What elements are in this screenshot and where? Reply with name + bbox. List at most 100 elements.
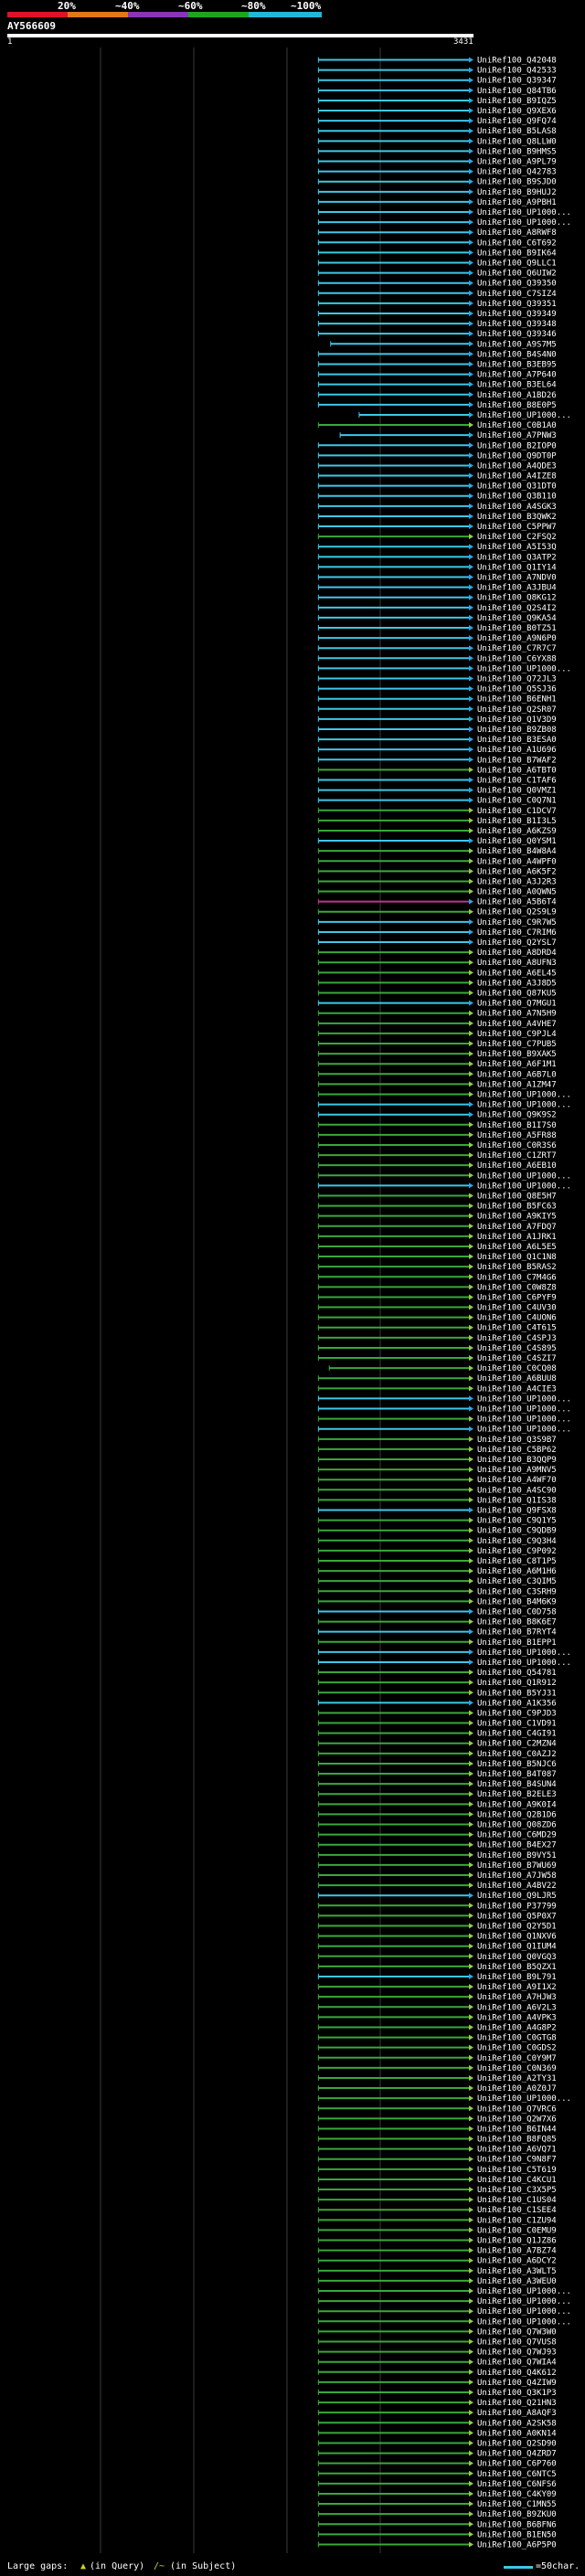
hit-label[interactable]: UniRef100_A9K0I4	[477, 1800, 557, 1809]
hit-row[interactable]: UniRef100_B9XAK5	[317, 1050, 557, 1059]
hit-label[interactable]: UniRef100_B7RYT4	[477, 1628, 557, 1638]
hit-row[interactable]: UniRef100_B4EX27	[317, 1841, 557, 1850]
hit-row[interactable]: UniRef100_C9P092	[317, 1547, 557, 1556]
hit-row[interactable]: UniRef100_UP1000...	[317, 2307, 571, 2316]
hit-row[interactable]: UniRef100_A7HJW3	[317, 1993, 557, 2002]
hit-row[interactable]: UniRef100_C9N8F7	[317, 2156, 557, 2165]
hit-label[interactable]: UniRef100_A8AQF3	[477, 2409, 557, 2418]
hit-row[interactable]: UniRef100_B5QZX1	[317, 1963, 557, 1972]
hit-row[interactable]: UniRef100_A6V2L3	[317, 2003, 557, 2012]
hit-label[interactable]: UniRef100_Q2S4I2	[477, 604, 557, 613]
hit-row[interactable]: UniRef100_UP1000...	[317, 1394, 571, 1404]
hit-label[interactable]: UniRef100_UP1000...	[477, 1101, 571, 1110]
hit-row[interactable]: UniRef100_B4S4N0	[317, 350, 557, 359]
hit-label[interactable]: UniRef100_Q8LLW0	[477, 137, 557, 146]
hit-row[interactable]: UniRef100_UP1000...	[317, 2297, 571, 2306]
hit-label[interactable]: UniRef100_B3EL64	[477, 381, 557, 390]
hit-row[interactable]: UniRef100_A6DCY2	[317, 2257, 557, 2266]
hit-row[interactable]: UniRef100_UP1000...	[317, 1415, 571, 1425]
hit-row[interactable]: UniRef100_B5YJ31	[317, 1689, 557, 1698]
hit-label[interactable]: UniRef100_A9KIY5	[477, 1213, 557, 1222]
hit-label[interactable]: UniRef100_C5T619	[477, 2166, 557, 2175]
hit-label[interactable]: UniRef100_B5QZX1	[477, 1963, 557, 1972]
hit-label[interactable]: UniRef100_Q39347	[477, 77, 557, 86]
hit-label[interactable]: UniRef100_C3QIM5	[477, 1577, 557, 1586]
hit-label[interactable]: UniRef100_A4VHE7	[477, 1020, 557, 1029]
hit-row[interactable]: UniRef100_C0N369	[317, 2064, 557, 2073]
hit-row[interactable]: UniRef100_C4UON6	[317, 1314, 557, 1323]
hit-label[interactable]: UniRef100_C4KCU1	[477, 2176, 557, 2185]
hit-label[interactable]: UniRef100_UP1000...	[477, 1405, 571, 1415]
hit-label[interactable]: UniRef100_A7P640	[477, 371, 557, 380]
hit-label[interactable]: UniRef100_C4SZI7	[477, 1354, 557, 1363]
hit-row[interactable]: UniRef100_A9KIY5	[317, 1213, 557, 1222]
hit-row[interactable]: UniRef100_C0GDS2	[317, 2044, 557, 2053]
hit-label[interactable]: UniRef100_Q9LLC1	[477, 260, 557, 269]
hit-label[interactable]: UniRef100_Q42048	[477, 57, 557, 66]
hit-row[interactable]: UniRef100_Q0VGQ3	[317, 1953, 557, 1962]
hit-row[interactable]: UniRef100_A3J8D5	[317, 979, 557, 988]
hit-label[interactable]: UniRef100_Q3ATP2	[477, 553, 557, 562]
hit-row[interactable]: UniRef100_C0Q7N1	[317, 797, 557, 806]
hit-label[interactable]: UniRef100_A0Z0J7	[477, 2084, 557, 2094]
hit-label[interactable]: UniRef100_B8FQ85	[477, 2136, 557, 2145]
hit-label[interactable]: UniRef100_C5PPW7	[477, 523, 557, 532]
hit-label[interactable]: UniRef100_A7HJW3	[477, 1993, 557, 2002]
hit-row[interactable]: UniRef100_A8AQF3	[317, 2409, 557, 2418]
hit-row[interactable]: UniRef100_C0B1A0	[317, 421, 557, 430]
hit-row[interactable]: UniRef100_A9PL79	[317, 158, 557, 167]
hit-row[interactable]: UniRef100_UP1000...	[317, 2317, 571, 2327]
hit-row[interactable]: UniRef100_Q9FQ74	[317, 117, 557, 126]
hit-row[interactable]: UniRef100_C6PYF9	[317, 1293, 557, 1302]
hit-label[interactable]: UniRef100_A6EL45	[477, 969, 557, 978]
hit-label[interactable]: UniRef100_Q1IS38	[477, 1496, 557, 1505]
hit-label[interactable]: UniRef100_B4W8A4	[477, 847, 557, 856]
hit-row[interactable]: UniRef100_A5FR88	[317, 1131, 557, 1140]
hit-label[interactable]: UniRef100_B8E0P5	[477, 401, 557, 410]
hit-label[interactable]: UniRef100_A4VPK3	[477, 2013, 557, 2022]
hit-label[interactable]: UniRef100_B1I3L5	[477, 817, 557, 826]
hit-row[interactable]: UniRef100_B3EL64	[317, 381, 557, 390]
hit-row[interactable]: UniRef100_Q1C1N8	[317, 1253, 557, 1262]
hit-row[interactable]: UniRef100_A4CIE3	[317, 1384, 557, 1394]
hit-row[interactable]: UniRef100_B9IQZ5	[317, 97, 557, 106]
hit-row[interactable]: UniRef100_C4KCU1	[317, 2176, 557, 2185]
hit-label[interactable]: UniRef100_B5NJC6	[477, 1760, 557, 1769]
hit-label[interactable]: UniRef100_Q5P0X7	[477, 1912, 557, 1921]
hit-label[interactable]: UniRef100_Q2W7X6	[477, 2115, 557, 2124]
hit-label[interactable]: UniRef100_A4CIE3	[477, 1384, 557, 1394]
hit-row[interactable]: UniRef100_Q72JL3	[317, 675, 557, 684]
hit-row[interactable]: UniRef100_A4WPF0	[317, 857, 557, 866]
hit-label[interactable]: UniRef100_C0Y9M7	[477, 2054, 557, 2063]
hit-row[interactable]: UniRef100_C1DCV7	[317, 807, 557, 816]
hit-row[interactable]: UniRef100_UP1000...	[317, 1182, 571, 1191]
hit-row[interactable]: UniRef100_B9SJD0	[317, 178, 557, 187]
hit-label[interactable]: UniRef100_A6KZS9	[477, 827, 557, 836]
hit-label[interactable]: UniRef100_A9N6P0	[477, 634, 557, 643]
hit-row[interactable]: UniRef100_A7FDQ7	[317, 1223, 557, 1232]
hit-label[interactable]: UniRef100_B6ENH1	[477, 695, 557, 705]
hit-label[interactable]: UniRef100_B4M6K9	[477, 1597, 557, 1606]
hit-row[interactable]: UniRef100_A1BD26	[317, 391, 557, 400]
hit-label[interactable]: UniRef100_A6DCY2	[477, 2257, 557, 2266]
hit-row[interactable]: UniRef100_Q2S9L9	[317, 908, 557, 917]
hit-label[interactable]: UniRef100_C7R7C7	[477, 644, 557, 653]
hit-label[interactable]: UniRef100_UP1000...	[477, 1648, 571, 1658]
hit-label[interactable]: UniRef100_A9PBH1	[477, 198, 557, 207]
hit-row[interactable]: UniRef100_A6L5E5	[317, 1243, 557, 1252]
hit-row[interactable]: UniRef100_B1EPP1	[317, 1638, 557, 1648]
hit-label[interactable]: UniRef100_B2IOP0	[477, 441, 557, 451]
hit-row[interactable]: UniRef100_Q8LLW0	[317, 137, 557, 146]
hit-label[interactable]: UniRef100_B9ZB08	[477, 726, 557, 735]
hit-row[interactable]: UniRef100_A4G8P2	[317, 2023, 557, 2032]
hit-label[interactable]: UniRef100_B9IK64	[477, 249, 557, 258]
hit-label[interactable]: UniRef100_A6F1M1	[477, 1060, 557, 1069]
hit-label[interactable]: UniRef100_C4KY09	[477, 2490, 557, 2499]
hit-label[interactable]: UniRef100_C6NFS6	[477, 2480, 557, 2489]
hit-row[interactable]: UniRef100_Q4K612	[317, 2369, 557, 2378]
hit-row[interactable]: UniRef100_B6BFN6	[317, 2520, 557, 2529]
hit-row[interactable]: UniRef100_Q9K9S2	[317, 1111, 557, 1120]
hit-label[interactable]: UniRef100_Q21HN3	[477, 2399, 557, 2408]
hit-row[interactable]: UniRef100_A7NDV0	[317, 574, 557, 583]
hit-label[interactable]: UniRef100_UP1000...	[477, 2287, 571, 2296]
